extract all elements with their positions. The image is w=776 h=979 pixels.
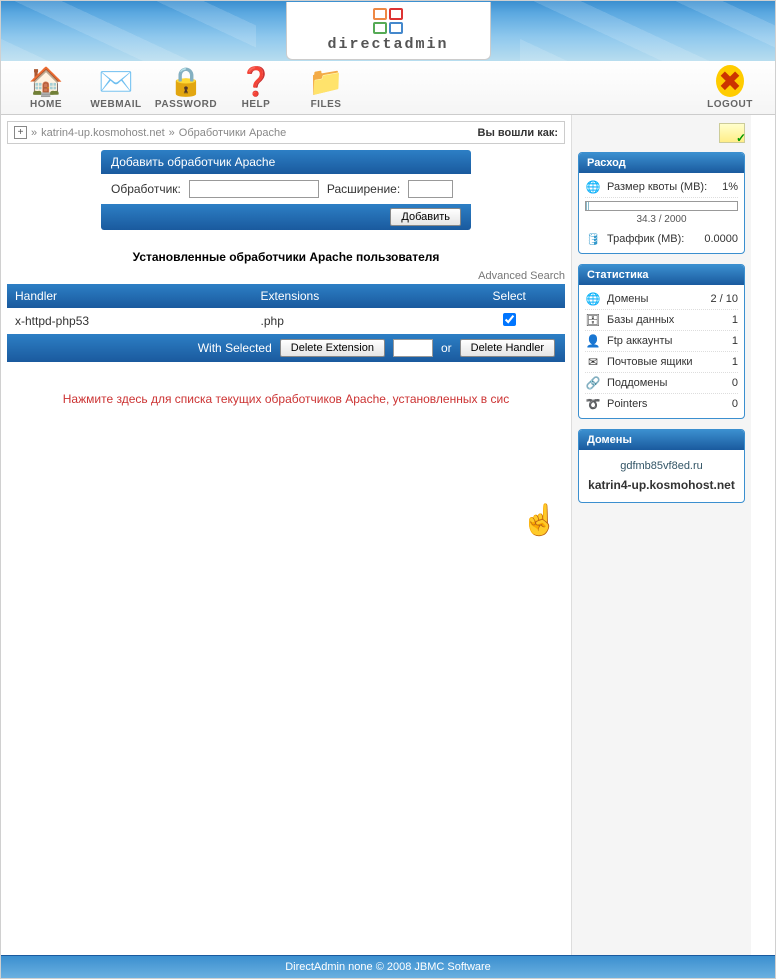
stats-panel-title: Статистика [579,265,744,285]
quota-bar [585,201,738,211]
stat-row[interactable]: ➰ Pointers 0 [585,394,738,414]
stat-value: 0 [732,377,738,389]
messages-icon[interactable] [719,123,745,143]
cell-handler: x-httpd-php53 [7,308,253,334]
col-extensions[interactable]: Extensions [253,284,454,308]
quota-text: 34.3 / 2000 [585,214,738,225]
stat-label: Pointers [607,398,647,410]
stat-icon: ✉ [585,355,601,369]
password-label: PASSWORD [155,99,217,110]
stat-value: 2 / 10 [710,293,738,305]
domains-panel-title: Домены [579,430,744,450]
current-domain: katrin4-up.kosmohost.net [585,478,738,492]
webmail-button[interactable]: ✉️ WEBMAIL [81,65,151,110]
footer: DirectAdmin none © 2008 JBMC Software [1,955,775,978]
brand-text: directadmin [327,36,448,53]
logout-icon: ✖ [716,65,744,97]
help-label: HELP [242,99,271,110]
expand-icon[interactable]: + [14,126,27,139]
webmail-label: WEBMAIL [90,99,141,110]
quota-pct: 1% [722,181,738,193]
add-button[interactable]: Добавить [390,208,461,226]
extension-input[interactable] [408,180,453,198]
files-button[interactable]: 📁 FILES [291,65,361,110]
stat-row[interactable]: 👤 Ftp аккаунты 1 [585,331,738,352]
stat-icon: 🗄 [585,313,601,327]
stat-label: Ftp аккаунты [607,335,672,347]
db-icon: 🛢 [585,232,601,246]
help-button[interactable]: ❓ HELP [221,65,291,110]
stat-row[interactable]: 🔗 Поддомены 0 [585,373,738,394]
action-bar: With Selected Delete Extension or Delete… [7,334,565,362]
stat-value: 1 [732,356,738,368]
stat-row[interactable]: 🌐 Домены 2 / 10 [585,289,738,310]
stat-label: Домены [607,293,648,305]
stat-icon: 👤 [585,334,601,348]
breadcrumb: + » katrin4-up.kosmohost.net » Обработчи… [7,121,565,144]
form-title: Добавить обработчик Apache [101,150,471,174]
extension-field-label: Расширение: [327,182,400,196]
password-button[interactable]: 🔒 PASSWORD [151,65,221,110]
help-icon: ❓ [239,65,274,97]
breadcrumb-host[interactable]: katrin4-up.kosmohost.net [41,127,165,139]
header-banner: directadmin [1,1,775,61]
stat-label: Поддомены [607,377,667,389]
advanced-search-link[interactable]: Advanced Search [7,270,565,282]
delete-extension-button[interactable]: Delete Extension [280,339,385,357]
stat-row[interactable]: ✉ Почтовые ящики 1 [585,352,738,373]
stat-icon: 🌐 [585,292,601,306]
home-label: HOME [30,99,62,110]
files-icon: 📁 [309,65,344,97]
current-handlers-link[interactable]: Нажмите здесь для списка текущих обработ… [11,392,561,406]
stat-icon: ➰ [585,397,601,411]
breadcrumb-page[interactable]: Обработчики Apache [179,127,287,139]
stat-label: Почтовые ящики [607,356,693,368]
home-icon: 🏠 [29,65,64,97]
password-icon: 🔒 [169,65,204,97]
handlers-table: Handler Extensions Select x-httpd-php53 … [7,284,565,334]
handler-input[interactable] [189,180,319,198]
delete-handler-button[interactable]: Delete Handler [460,339,555,357]
domain-link[interactable]: gdfmb85vf8ed.ru [585,460,738,472]
logo-panel: directadmin [286,2,491,60]
col-handler[interactable]: Handler [7,284,253,308]
logout-button[interactable]: ✖ LOGOUT [695,65,765,110]
stat-value: 0 [732,398,738,410]
usage-panel-title: Расход [579,153,744,173]
with-selected-label: With Selected [198,341,272,355]
quota-label: Размер квоты (MB): [607,181,707,193]
traffic-label: Траффик (MB): [607,233,684,245]
installed-heading: Установленные обработчики Apache пользов… [1,250,571,264]
files-label: FILES [311,99,342,110]
stat-icon: 🔗 [585,376,601,390]
webmail-icon: ✉️ [99,65,134,97]
or-label: or [441,341,452,355]
stat-value: 1 [732,335,738,347]
col-select[interactable]: Select [453,284,565,308]
row-select-checkbox[interactable] [503,313,516,326]
cursor-icon: ☝ [521,503,558,538]
usage-panel: Расход 🌐 Размер квоты (MB): 1% 34.3 / 20… [578,152,745,254]
extension-delete-input[interactable] [393,339,433,357]
home-button[interactable]: 🏠 HOME [11,65,81,110]
globe-icon: 🌐 [585,180,601,194]
handler-field-label: Обработчик: [111,182,181,196]
traffic-val: 0.0000 [704,233,738,245]
main-toolbar: 🏠 HOME ✉️ WEBMAIL 🔒 PASSWORD ❓ HELP 📁 FI… [1,61,775,115]
directadmin-logo-icon [373,8,403,34]
domains-panel: Домены gdfmb85vf8ed.ru katrin4-up.kosmoh… [578,429,745,503]
stat-value: 1 [732,314,738,326]
stats-panel: Статистика 🌐 Домены 2 / 10 🗄 Базы данных 1 👤 Ft… [578,264,745,419]
logout-label: LOGOUT [707,99,753,110]
stat-row[interactable]: 🗄 Базы данных 1 [585,310,738,331]
stat-label: Базы данных [607,314,674,326]
logged-in-label: Вы вошли как: [478,127,559,139]
cell-extension: .php [253,308,454,334]
table-row: x-httpd-php53 .php [7,308,565,334]
